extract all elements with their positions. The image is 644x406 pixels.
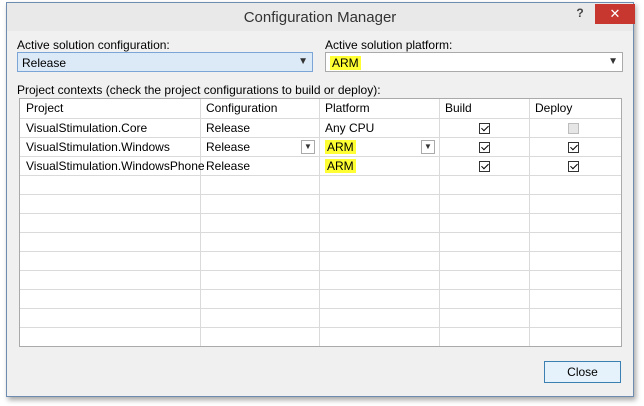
close-window-icon[interactable]: ✕ bbox=[595, 4, 635, 24]
title-bar: Configuration Manager ? ✕ bbox=[7, 3, 635, 31]
project-contexts-label: Project contexts (check the project conf… bbox=[17, 83, 381, 97]
build-checkbox[interactable] bbox=[479, 161, 490, 172]
build-checkbox[interactable] bbox=[479, 142, 490, 153]
column-header-deploy[interactable]: Deploy bbox=[535, 99, 572, 118]
row-divider bbox=[20, 194, 621, 195]
close-button[interactable]: Close bbox=[544, 361, 621, 383]
row-project-name: VisualStimulation.Core bbox=[26, 121, 148, 135]
column-header-build[interactable]: Build bbox=[445, 99, 472, 118]
row-configuration[interactable]: Release bbox=[206, 119, 250, 138]
row-configuration[interactable]: Release bbox=[206, 138, 250, 157]
row-divider bbox=[20, 251, 621, 252]
dialog-title: Configuration Manager bbox=[243, 9, 397, 26]
active-platform-label: Active solution platform: bbox=[325, 38, 453, 52]
deploy-checkbox bbox=[568, 123, 579, 134]
project-contexts-grid: Project Configuration Platform Build Dep… bbox=[19, 98, 622, 347]
row-platform[interactable]: Any CPU bbox=[325, 119, 374, 138]
row-divider bbox=[20, 289, 621, 290]
active-platform-value: ARM bbox=[330, 56, 361, 70]
chevron-down-icon: ▼ bbox=[608, 56, 618, 67]
configuration-manager-dialog: Configuration Manager ? ✕ Active solutio… bbox=[6, 2, 635, 397]
row-platform[interactable]: ARM bbox=[325, 140, 356, 154]
row-divider bbox=[20, 327, 621, 328]
build-checkbox[interactable] bbox=[479, 123, 490, 134]
active-config-label: Active solution configuration: bbox=[17, 38, 170, 52]
row-platform[interactable]: ARM bbox=[325, 159, 356, 173]
row-project-name: VisualStimulation.WindowsPhone bbox=[26, 159, 205, 173]
deploy-checkbox[interactable] bbox=[568, 161, 579, 172]
chevron-down-icon[interactable]: ▼ bbox=[301, 140, 315, 154]
column-header-project[interactable]: Project bbox=[26, 99, 63, 118]
active-platform-dropdown[interactable]: ARM ▼ bbox=[325, 52, 623, 72]
row-divider bbox=[20, 232, 621, 233]
chevron-down-icon: ▼ bbox=[298, 56, 308, 67]
chevron-down-icon[interactable]: ▼ bbox=[421, 140, 435, 154]
row-configuration[interactable]: Release bbox=[206, 157, 250, 176]
active-config-dropdown[interactable]: Release ▼ bbox=[17, 52, 313, 72]
row-project-name: VisualStimulation.Windows bbox=[26, 140, 170, 154]
deploy-checkbox[interactable] bbox=[568, 142, 579, 153]
active-config-value: Release bbox=[22, 56, 67, 70]
column-header-configuration[interactable]: Configuration bbox=[206, 99, 277, 118]
row-divider bbox=[20, 270, 621, 271]
help-button[interactable]: ? bbox=[572, 6, 588, 22]
row-divider bbox=[20, 213, 621, 214]
row-divider bbox=[20, 308, 621, 309]
column-header-platform[interactable]: Platform bbox=[325, 99, 370, 118]
